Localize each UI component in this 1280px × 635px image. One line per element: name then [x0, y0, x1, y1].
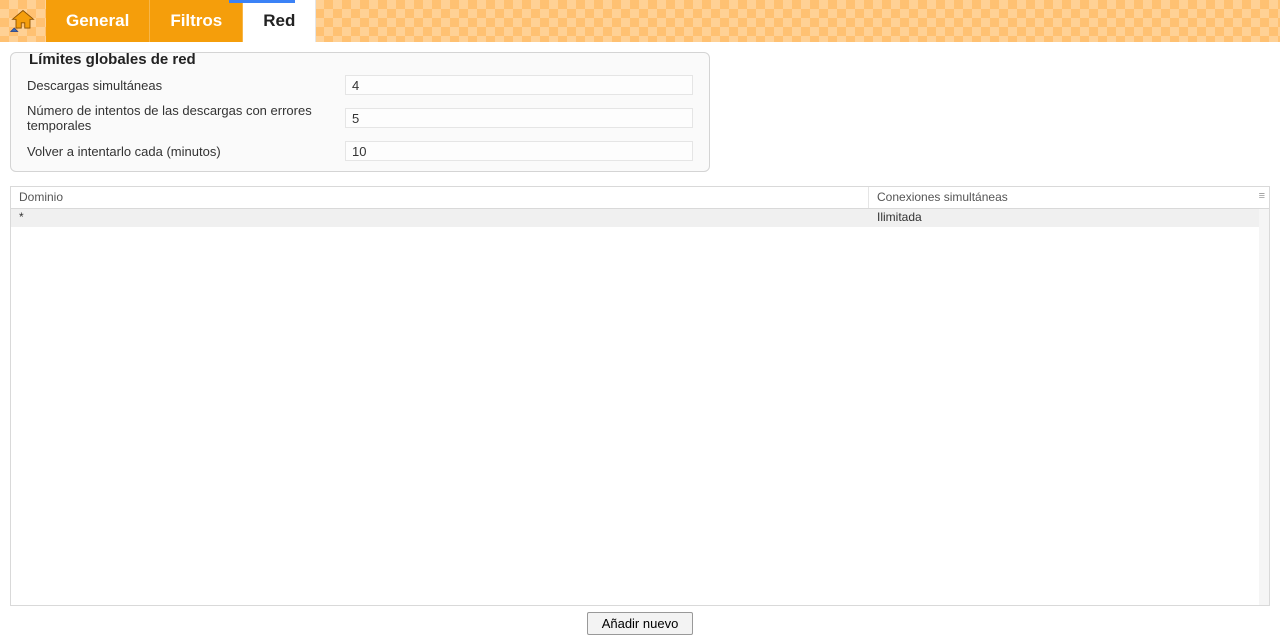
column-menu-icon[interactable]: ≡: [1259, 190, 1265, 202]
column-header-connections-label: Conexiones simultáneas: [877, 190, 1008, 204]
global-network-limits-group: Límites globales de red Descargas simult…: [10, 52, 710, 172]
input-simultaneous-downloads[interactable]: [345, 75, 693, 95]
input-retry-every[interactable]: [345, 141, 693, 161]
footer: Añadir nuevo: [0, 612, 1280, 635]
tab-general[interactable]: General: [46, 0, 150, 42]
table-row[interactable]: * Ilimitada ▴: [11, 209, 1269, 227]
cell-connections-value: Ilimitada: [877, 210, 922, 224]
table-scrollbar[interactable]: [1259, 209, 1269, 605]
column-header-domain[interactable]: Dominio: [11, 187, 869, 208]
cell-connections: Ilimitada ▴: [869, 209, 1269, 227]
back-button[interactable]: [0, 0, 46, 42]
column-header-connections[interactable]: Conexiones simultáneas ≡: [869, 187, 1269, 208]
tab-filtros[interactable]: Filtros: [150, 0, 243, 42]
group-legend: Límites globales de red: [25, 51, 200, 68]
label-retry-every: Volver a intentarlo cada (minutos): [27, 144, 335, 159]
add-new-button[interactable]: Añadir nuevo: [587, 612, 694, 635]
domain-limits-table: Dominio Conexiones simultáneas ≡ * Ilimi…: [10, 186, 1270, 606]
label-retry-count: Número de intentos de las descargas con …: [27, 103, 335, 133]
table-body: * Ilimitada ▴: [11, 209, 1269, 605]
table-header: Dominio Conexiones simultáneas ≡: [11, 187, 1269, 209]
active-tab-indicator: [229, 0, 295, 3]
label-simultaneous-downloads: Descargas simultáneas: [27, 78, 335, 93]
tab-bar: General Filtros Red: [0, 0, 1280, 42]
row-retry-count: Número de intentos de las descargas con …: [27, 103, 693, 133]
row-retry-every: Volver a intentarlo cada (minutos): [27, 141, 693, 161]
home-arrow-icon: [9, 7, 37, 35]
input-retry-count[interactable]: [345, 108, 693, 128]
cell-domain: *: [11, 209, 869, 227]
tab-red[interactable]: Red: [243, 0, 316, 42]
row-simultaneous-downloads: Descargas simultáneas: [27, 75, 693, 95]
